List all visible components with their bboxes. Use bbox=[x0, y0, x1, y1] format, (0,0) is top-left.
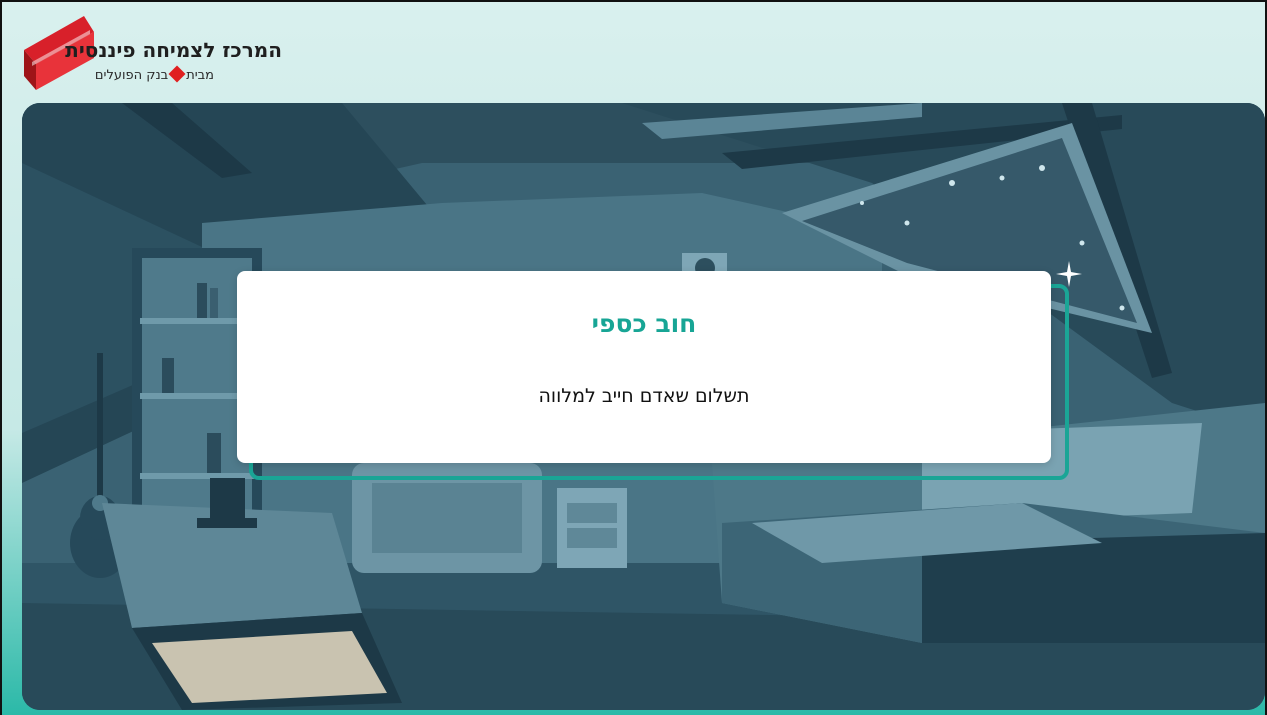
header: המרכז לצמיחה פיננסית מבית בנק הפועלים bbox=[2, 2, 1267, 102]
card-title: חוב כספי bbox=[591, 309, 697, 338]
diamond-icon bbox=[168, 65, 186, 83]
brand-logo[interactable]: המרכז לצמיחה פיננסית מבית בנק הפועלים bbox=[24, 12, 282, 92]
logo-sub-brand: בנק הפועלים bbox=[94, 68, 169, 83]
logo-title: המרכז לצמיחה פיננסית bbox=[65, 38, 282, 62]
definition-card: חוב כספי תשלום שאדם חייב למלווה bbox=[237, 271, 1051, 463]
logo-sub-prefix: מבית bbox=[186, 68, 214, 83]
card-body: תשלום שאדם חייב למלווה bbox=[538, 385, 750, 407]
logo-subtitle: מבית בנק הפועלים bbox=[84, 65, 214, 83]
